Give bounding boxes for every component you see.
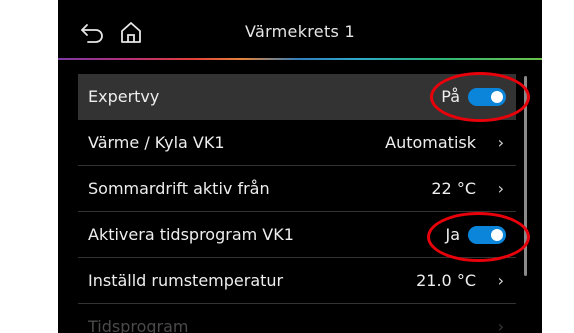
chevron-right-icon: › xyxy=(497,179,504,198)
annotation-circle-tidsprogram xyxy=(427,212,530,262)
row-sommardrift[interactable]: Sommardrift aktiv från 22 °C › xyxy=(78,166,516,212)
row-label: Expertvy xyxy=(88,87,160,106)
chevron-right-icon: › xyxy=(497,133,504,152)
row-tidsprogram: Tidsprogram › xyxy=(78,304,516,333)
chevron-right-icon: › xyxy=(497,317,504,333)
row-value: Automatisk xyxy=(385,133,476,152)
device-screen: Värmekrets 1 Expertvy På Värme / Kyla VK… xyxy=(58,0,542,333)
top-bar: Värmekrets 1 xyxy=(58,0,542,58)
row-label: Värme / Kyla VK1 xyxy=(88,133,225,152)
chevron-right-icon: › xyxy=(497,271,504,290)
row-value: 21.0 °C xyxy=(416,271,476,290)
row-installd-rumstemperatur[interactable]: Inställd rumstemperatur 21.0 °C › xyxy=(78,258,516,304)
row-label: Tidsprogram xyxy=(88,317,189,333)
row-varme-kyla[interactable]: Värme / Kyla VK1 Automatisk › xyxy=(78,120,516,166)
row-label: Sommardrift aktiv från xyxy=(88,179,270,198)
row-value: 22 °C xyxy=(431,179,476,198)
row-label: Aktivera tidsprogram VK1 xyxy=(88,225,294,244)
annotation-circle-expertvy xyxy=(430,72,530,122)
color-divider xyxy=(58,58,542,60)
page-title: Värmekrets 1 xyxy=(244,22,356,41)
row-label: Inställd rumstemperatur xyxy=(88,271,284,290)
